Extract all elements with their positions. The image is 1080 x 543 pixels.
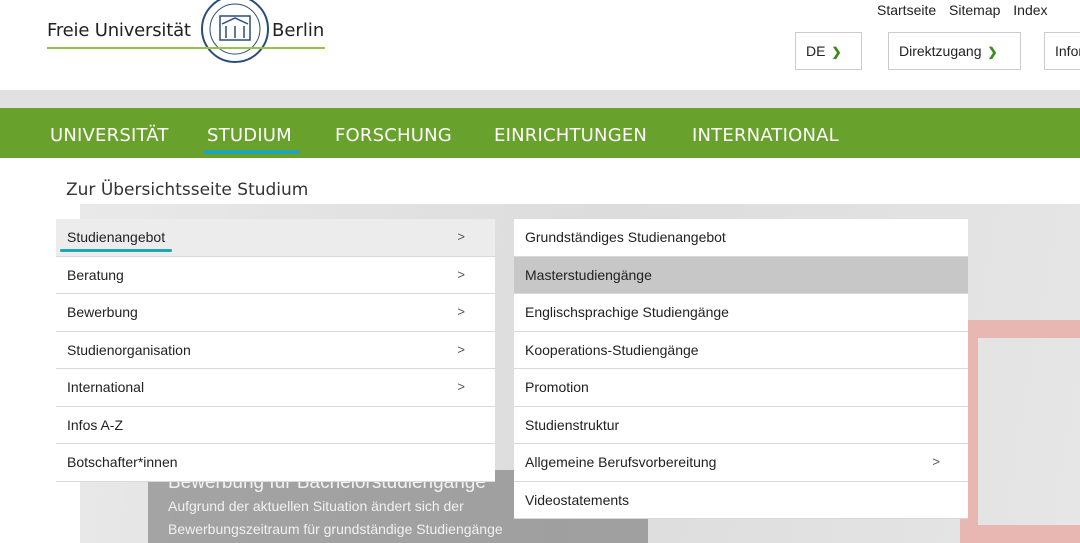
logo-underline: [47, 47, 325, 49]
nav-active-indicator: [203, 150, 299, 154]
university-seal-icon: [201, 0, 269, 63]
service-links: Startseite Sitemap Index: [877, 2, 1057, 18]
chevron-right-icon: >: [457, 229, 465, 244]
link-index[interactable]: Index: [1013, 2, 1047, 18]
submenu-item-international[interactable]: International >: [56, 369, 495, 407]
studium-submenu: Studienangebot > Beratung > Bewerbung > …: [56, 219, 495, 482]
studium-overview-link[interactable]: Zur Übersichtsseite Studium: [66, 180, 308, 200]
submenu-item-label: Englischsprachige Studiengänge: [525, 304, 729, 320]
nav-einrichtungen[interactable]: EINRICHTUNGEN: [494, 125, 647, 146]
submenu-item-label: Masterstudiengänge: [525, 266, 652, 283]
submenu-item-studienorganisation[interactable]: Studienorganisation >: [56, 331, 495, 369]
direktzugang-selector[interactable]: Direktzugang ❯: [888, 32, 1021, 70]
header-divider-band: [0, 90, 1080, 108]
submenu-item-infos-a-z[interactable]: Infos A-Z: [56, 406, 495, 444]
logo-text-right: Berlin: [272, 20, 325, 41]
main-navigation: UNIVERSITÄT STUDIUM FORSCHUNG EINRICHTUN…: [0, 108, 1080, 158]
submenu-item-botschafter[interactable]: Botschafter*innen: [56, 444, 495, 482]
teaser-text-line-1: Aufgrund der aktuellen Situation ändert …: [168, 498, 464, 514]
nav-international[interactable]: INTERNATIONAL: [692, 125, 839, 146]
submenu-item-studienstruktur[interactable]: Studienstruktur: [514, 406, 968, 444]
submenu-item-label: Studienstruktur: [525, 416, 620, 433]
teaser-text-line-2: Bewerbungszeitraum für grundständige Stu…: [168, 521, 503, 537]
nav-forschung[interactable]: FORSCHUNG: [335, 125, 452, 146]
submenu-item-label: Studienorganisation: [67, 341, 191, 358]
submenu-item-master[interactable]: Masterstudiengänge: [514, 256, 968, 294]
chevron-right-icon: >: [457, 304, 465, 319]
submenu-item-label: Promotion: [525, 379, 589, 395]
chevron-right-icon: >: [457, 379, 465, 394]
submenu-item-label: Botschafter*innen: [67, 454, 178, 470]
submenu-item-studienangebot[interactable]: Studienangebot >: [56, 219, 495, 257]
link-sitemap[interactable]: Sitemap: [949, 2, 1000, 18]
teaser-decoration: [960, 320, 1080, 543]
nav-studium[interactable]: STUDIUM: [207, 125, 292, 146]
chevron-down-icon: ❯: [831, 45, 842, 59]
info-selector[interactable]: Infor: [1044, 32, 1080, 70]
submenu-item-label: Allgemeine Berufsvorbereitung: [525, 454, 717, 470]
language-label: DE: [806, 43, 826, 59]
chevron-right-icon: >: [457, 266, 465, 282]
submenu-item-label: Infos A-Z: [67, 416, 124, 433]
submenu-item-label: Beratung: [67, 266, 124, 283]
submenu-item-videostatements[interactable]: Videostatements: [514, 481, 968, 519]
submenu-item-label: International: [67, 379, 145, 395]
chevron-down-icon: ❯: [987, 45, 998, 59]
direktzugang-label: Direktzugang: [899, 43, 982, 59]
submenu-item-englischsprachig[interactable]: Englischsprachige Studiengänge: [514, 294, 968, 332]
submenu-item-label: Bewerbung: [67, 304, 138, 320]
submenu-item-beratung[interactable]: Beratung >: [56, 256, 495, 294]
link-startseite[interactable]: Startseite: [877, 2, 936, 18]
submenu-item-promotion[interactable]: Promotion: [514, 369, 968, 407]
submenu-item-label: Grundständiges Studienangebot: [525, 229, 726, 245]
submenu-item-label: Videostatements: [525, 491, 630, 508]
logo-text-left: Freie Universität: [47, 20, 191, 41]
fu-berlin-logo[interactable]: Freie Universität Berlin: [47, 0, 327, 76]
submenu-item-kooperation[interactable]: Kooperations-Studiengänge: [514, 331, 968, 369]
chevron-right-icon: >: [932, 454, 940, 469]
submenu-item-berufsvorbereitung[interactable]: Allgemeine Berufsvorbereitung >: [514, 444, 968, 482]
submenu-item-label: Kooperations-Studiengänge: [525, 341, 699, 358]
nav-universitaet[interactable]: UNIVERSITÄT: [50, 125, 169, 146]
chevron-right-icon: >: [457, 341, 465, 357]
studienangebot-submenu: Grundständiges Studienangebot Masterstud…: [514, 219, 968, 519]
submenu-item-label: Studienangebot: [67, 229, 166, 245]
language-selector[interactable]: DE ❯: [795, 32, 862, 70]
submenu-item-bewerbung[interactable]: Bewerbung >: [56, 294, 495, 332]
active-item-underline: [60, 249, 172, 252]
submenu-item-grundstaendig[interactable]: Grundständiges Studienangebot: [514, 219, 968, 257]
info-label: Infor: [1055, 43, 1080, 59]
